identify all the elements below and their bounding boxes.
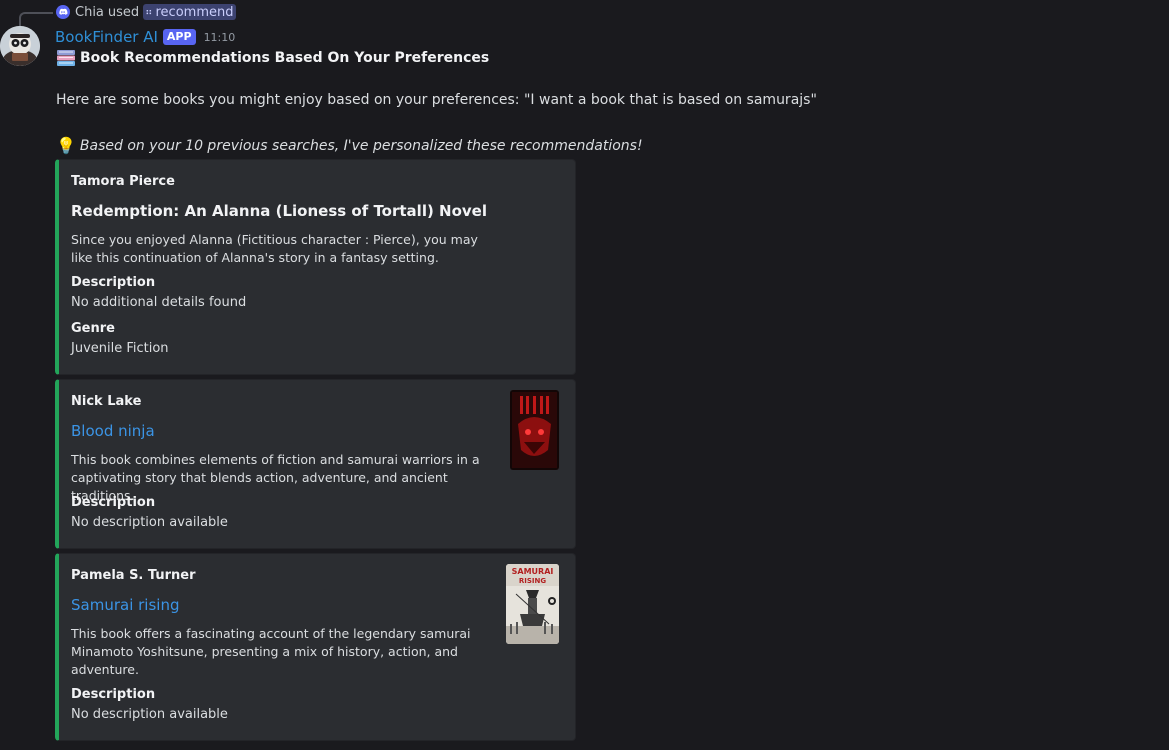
message-title-text: Book Recommendations Based On Your Prefe… bbox=[80, 50, 490, 66]
personalization-tip: 💡 Based on your 10 previous searches, I'… bbox=[56, 136, 643, 155]
discord-icon[interactable] bbox=[56, 5, 70, 19]
embed-title-link[interactable]: Blood ninja bbox=[71, 422, 155, 440]
cover-title-text: SAMURAI bbox=[512, 567, 554, 576]
embed-field-name: Description bbox=[71, 275, 156, 290]
embed-author: Nick Lake bbox=[71, 394, 142, 409]
embed-title: Redemption: An Alanna (Lioness of Tortal… bbox=[71, 202, 487, 220]
embed-field-name: Description bbox=[71, 495, 156, 510]
embed-title-link[interactable]: Samurai rising bbox=[71, 596, 179, 614]
reply-used-text: used bbox=[107, 4, 140, 20]
message-header: BookFinder AI APP 11:10 bbox=[55, 27, 235, 47]
book-cover-thumbnail[interactable] bbox=[510, 390, 559, 470]
intro-text: Here are some books you might enjoy base… bbox=[56, 92, 817, 108]
embed-author: Tamora Pierce bbox=[71, 174, 175, 189]
book-embed-2: Nick Lake Blood ninja This book combines… bbox=[55, 379, 576, 549]
embed-author: Pamela S. Turner bbox=[71, 568, 196, 583]
embed-field-name: Genre bbox=[71, 321, 115, 336]
app-badge: APP bbox=[162, 29, 196, 45]
command-name: recommend bbox=[155, 4, 234, 20]
embed-field-value: No description available bbox=[71, 707, 228, 722]
message-timestamp[interactable]: 11:10 bbox=[204, 31, 236, 44]
embed-field-value: Juvenile Fiction bbox=[71, 341, 169, 356]
bot-message: Chia used ⠶ recommend BookFinder AI APP … bbox=[0, 0, 1169, 750]
lightbulb-icon: 💡 bbox=[56, 136, 76, 155]
embed-field-value: No description available bbox=[71, 515, 228, 530]
reply-connector bbox=[19, 12, 53, 26]
embed-field-name: Description bbox=[71, 687, 156, 702]
command-usage-header: Chia used ⠶ recommend bbox=[56, 4, 237, 20]
books-icon bbox=[56, 49, 76, 67]
embed-summary: Since you enjoyed Alanna (Fictitious cha… bbox=[71, 232, 478, 265]
bot-avatar-icon[interactable] bbox=[0, 26, 40, 66]
book-cover-thumbnail[interactable]: SAMURAI RISING bbox=[506, 564, 559, 644]
book-embed-1: Tamora Pierce Redemption: An Alanna (Lio… bbox=[55, 159, 576, 375]
tip-text: Based on your 10 previous searches, I've… bbox=[79, 137, 643, 154]
embed-summary: This book offers a fascinating account o… bbox=[71, 626, 471, 677]
embed-field-value: No additional details found bbox=[71, 295, 247, 310]
slash-command-icon: ⠶ bbox=[145, 6, 153, 18]
book-embed-3: Pamela S. Turner Samurai rising This boo… bbox=[55, 553, 576, 741]
command-mention[interactable]: ⠶ recommend bbox=[143, 4, 237, 20]
message-title: Book Recommendations Based On Your Prefe… bbox=[56, 48, 489, 68]
bot-name[interactable]: BookFinder AI bbox=[55, 28, 158, 46]
reply-username[interactable]: Chia bbox=[75, 5, 104, 20]
cover-subtitle-text: RISING bbox=[519, 577, 546, 585]
